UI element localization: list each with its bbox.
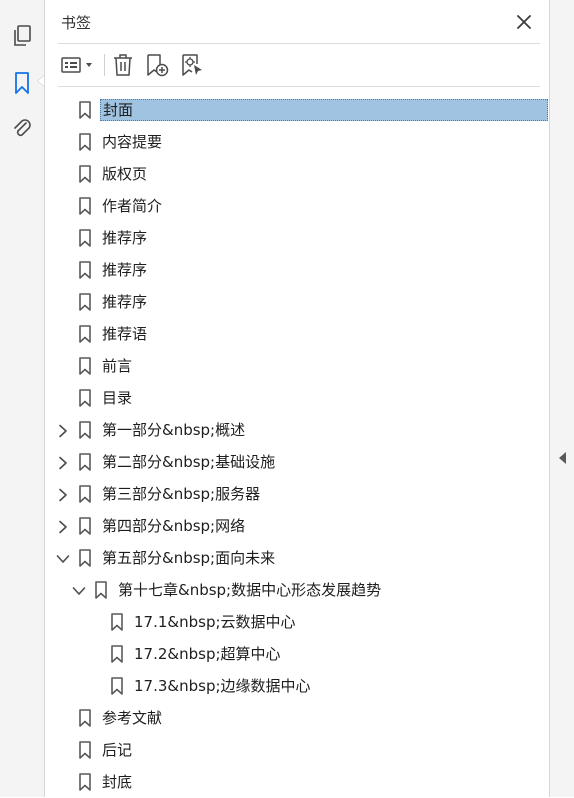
bookmark-icon [78,453,92,471]
close-icon[interactable] [514,12,534,32]
bookmark-label: 前言 [102,357,133,375]
bookmark-row[interactable]: 17.3&nbsp;边缘数据中心 [46,670,549,702]
bookmark-row[interactable]: 推荐序 [46,286,549,318]
bookmark-row[interactable]: 内容提要 [46,126,549,158]
bookmark-row[interactable]: 第二部分&nbsp;基础设施 [46,446,549,478]
chevron-right-icon[interactable] [56,423,70,438]
bookmark-label: 推荐序 [102,293,148,311]
bookmark-icon [110,645,124,663]
bookmark-label: 第十七章&nbsp;数据中心形态发展趋势 [118,581,382,599]
bookmark-label: 推荐序 [102,229,148,247]
bookmark-icon [78,197,92,215]
bookmark-icon [78,773,92,791]
options-menu-button[interactable] [60,52,96,78]
bookmark-label: 17.2&nbsp;超算中心 [134,645,281,663]
bookmark-label: 版权页 [102,165,148,183]
bookmark-label: 第二部分&nbsp;基础设施 [102,453,276,471]
bookmark-icon [78,325,92,343]
bookmark-row[interactable]: 封底 [46,766,549,798]
bookmark-label: 参考文献 [102,709,163,727]
bookmark-icon [78,357,92,375]
chevron-right-icon[interactable] [56,519,70,534]
bookmark-row[interactable]: 17.2&nbsp;超算中心 [46,638,549,670]
bookmark-label: 封面 [100,99,548,121]
bookmark-row[interactable]: 参考文献 [46,702,549,734]
bookmark-row[interactable]: 第四部分&nbsp;网络 [46,510,549,542]
bookmark-row[interactable]: 17.1&nbsp;云数据中心 [46,606,549,638]
bookmark-row[interactable]: 前言 [46,350,549,382]
bookmark-icon [78,165,92,183]
chevron-right-icon[interactable] [56,487,70,502]
bookmark-row[interactable]: 第五部分&nbsp;面向未来 [46,542,549,574]
bookmark-icon [78,549,92,567]
bookmark-row[interactable]: 第一部分&nbsp;概述 [46,414,549,446]
bookmark-row[interactable]: 推荐语 [46,318,549,350]
attachments-icon[interactable] [8,114,36,142]
trash-icon[interactable] [111,52,135,78]
bookmark-icon [78,485,92,503]
bookmark-icon [78,389,92,407]
bookmark-row[interactable]: 作者简介 [46,190,549,222]
bookmark-icon [78,101,92,119]
bookmark-icon [78,261,92,279]
chevron-down-icon[interactable] [56,551,70,565]
bookmark-icon [78,229,92,247]
bookmark-icon [78,293,92,311]
bookmark-label: 第四部分&nbsp;网络 [102,517,246,535]
bookmark-row[interactable]: 第三部分&nbsp;服务器 [46,478,549,510]
chevron-right-icon[interactable] [56,455,70,470]
bookmark-icon [78,517,92,535]
header-divider [58,43,540,44]
bookmark-label: 后记 [102,741,133,759]
bookmark-icon [78,133,92,151]
bookmark-label: 推荐语 [102,325,148,343]
panel-title: 书签 [61,14,92,32]
bookmark-row[interactable]: 目录 [46,382,549,414]
bookmark-icon [78,741,92,759]
bookmark-label: 第三部分&nbsp;服务器 [102,485,261,503]
bookmark-row[interactable]: 推荐序 [46,254,549,286]
bookmark-label: 第五部分&nbsp;面向未来 [102,549,276,567]
bookmark-row[interactable]: 第十七章&nbsp;数据中心形态发展趋势 [46,574,549,606]
collapse-panel-arrow-icon[interactable] [559,452,566,464]
bookmark-label: 推荐序 [102,261,148,279]
bookmark-label: 第一部分&nbsp;概述 [102,421,246,439]
bookmark-label: 17.1&nbsp;云数据中心 [134,613,296,631]
bookmark-row[interactable]: 推荐序 [46,222,549,254]
bookmark-row[interactable]: 封面 [46,94,549,126]
new-bookmark-icon[interactable] [145,52,171,78]
bookmark-row[interactable]: 后记 [46,734,549,766]
bookmark-row[interactable]: 版权页 [46,158,549,190]
bookmark-label: 作者简介 [102,197,163,215]
bookmark-icon [78,421,92,439]
bookmark-label: 目录 [102,389,133,407]
bookmarks-icon[interactable] [8,69,36,97]
pages-icon[interactable] [8,22,36,50]
bookmark-label: 封底 [102,773,133,791]
right-collapse-strip [549,0,574,797]
bookmark-icon [110,613,124,631]
left-tool-strip [0,0,45,797]
bookmark-icon [78,709,92,727]
bookmark-label: 内容提要 [102,133,163,151]
active-panel-pointer [37,75,44,87]
bookmark-structure-icon[interactable] [180,52,206,78]
toolbar-divider [58,86,540,87]
bookmark-icon [94,581,108,599]
chevron-down-icon[interactable] [72,583,86,597]
toolbar-separator [104,54,105,76]
bookmark-icon [110,677,124,695]
bookmark-label: 17.3&nbsp;边缘数据中心 [134,677,311,695]
